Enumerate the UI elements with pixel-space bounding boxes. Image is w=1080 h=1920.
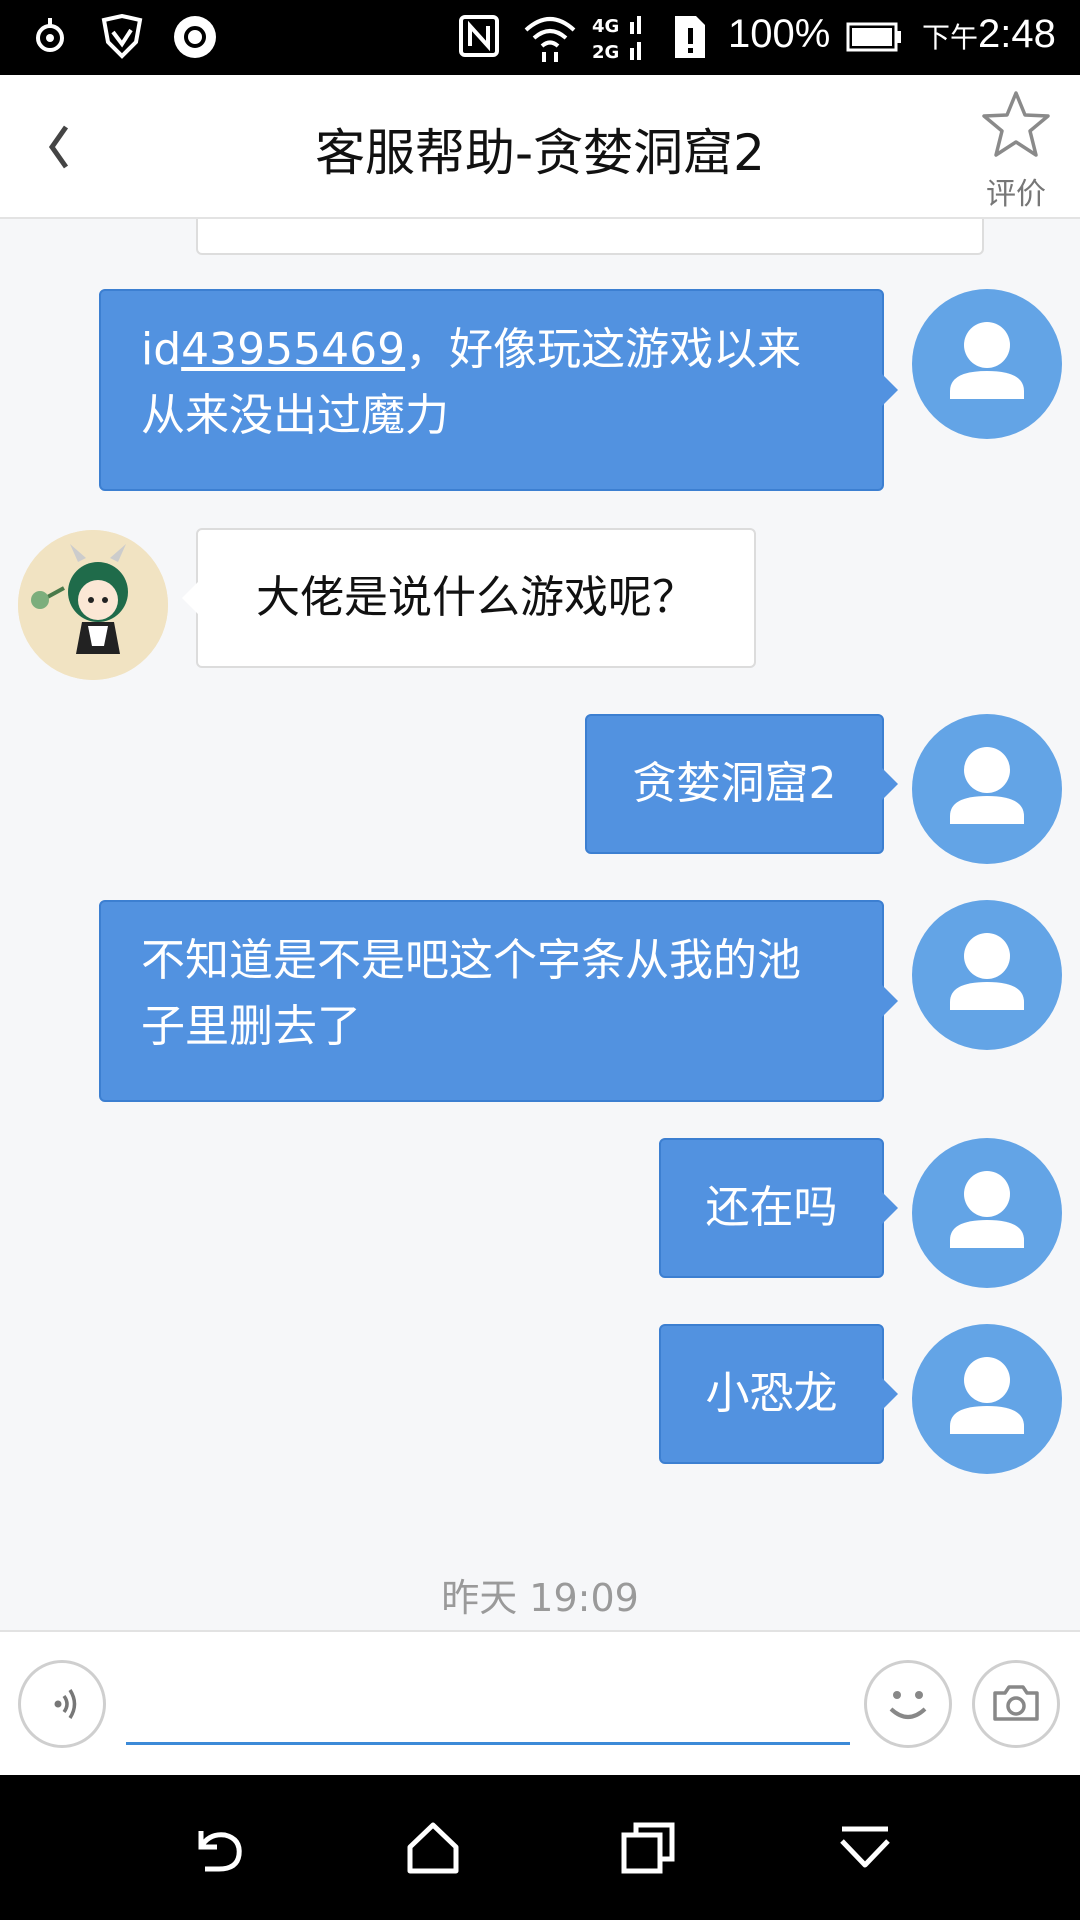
message-text: 不知道是不是吧这个字条从我的池子里删去了 (141, 935, 801, 1052)
signal-icon: 4G 2G (592, 12, 644, 66)
wifi-icon (522, 14, 578, 66)
svg-text:4G: 4G (592, 16, 619, 37)
support-agent-avatar-icon (18, 530, 168, 680)
clock: 下午2:48 (922, 12, 1056, 57)
sim-alert-icon (672, 14, 708, 64)
outgoing-message[interactable]: 不知道是不是吧这个字条从我的池子里删去了 (99, 900, 898, 1102)
camera-button[interactable] (972, 1660, 1060, 1748)
shield-icon (100, 13, 144, 64)
svg-text:2G: 2G (592, 42, 619, 62)
avatar[interactable] (912, 1324, 1062, 1474)
battery-percent: 100% (728, 12, 831, 56)
outgoing-message[interactable]: 小恐龙 (659, 1324, 898, 1464)
avatar[interactable] (912, 714, 1062, 864)
user-id-link[interactable]: 43955469 (181, 324, 405, 375)
message-text: 大佬是说什么游戏呢？ (256, 572, 696, 623)
user-silhouette-icon (950, 747, 1024, 824)
avatar[interactable] (912, 289, 1062, 439)
smiley-icon (889, 1691, 927, 1719)
avatar[interactable] (912, 1138, 1062, 1288)
emoji-button[interactable] (864, 1660, 952, 1748)
outgoing-message[interactable]: 还在吗 (659, 1138, 898, 1278)
sync-icon (172, 14, 218, 64)
incoming-message[interactable]: 大佬是说什么游戏呢？ (182, 528, 756, 668)
nav-back-button[interactable] (183, 1813, 253, 1883)
avatar[interactable] (18, 530, 168, 680)
nav-home-button[interactable] (398, 1813, 468, 1883)
message-input[interactable] (126, 1670, 850, 1745)
nav-hide-keyboard-icon (840, 1826, 890, 1868)
camera-icon (993, 1685, 1039, 1721)
battery-icon (846, 22, 902, 56)
message-text: 贪婪洞窟2 (632, 758, 837, 809)
clock-time: 2:48 (978, 12, 1056, 56)
notification-app-icon (28, 14, 72, 62)
rate-button[interactable]: 评价 (976, 87, 1056, 212)
message-text: 还在吗 (705, 1182, 838, 1233)
navigation-bar (0, 1775, 1080, 1920)
nav-recents-button[interactable] (612, 1813, 682, 1883)
voice-button[interactable] (18, 1660, 106, 1748)
page-title: 客服帮助-贪婪洞窟2 (315, 124, 765, 182)
outgoing-message[interactable]: id43955469，好像玩这游戏以来从来没出过魔力 (99, 289, 898, 491)
nav-recents-icon (621, 1822, 675, 1874)
nav-back-icon (198, 1831, 242, 1872)
voice-icon (54, 1689, 77, 1719)
star-outline-icon (982, 91, 1050, 157)
clock-ampm: 下午 (922, 22, 979, 53)
message-text: 小恐龙 (705, 1368, 838, 1419)
rate-label: 评价 (986, 177, 1046, 212)
status-bar: 4G 2G 100% 下午2:48 (0, 0, 1080, 75)
outgoing-message[interactable]: 贪婪洞窟2 (585, 714, 898, 854)
user-silhouette-icon (950, 1171, 1024, 1248)
chat-list[interactable]: id43955469，好像玩这游戏以来从来没出过魔力 大佬是说什么游戏呢？ 贪婪… (0, 219, 1080, 1629)
avatar[interactable] (912, 900, 1062, 1050)
user-silhouette-icon (950, 1357, 1024, 1434)
message-timestamp: 昨天 19:09 (441, 1576, 639, 1620)
previous-message-bubble (196, 219, 984, 255)
back-button[interactable] (30, 111, 90, 181)
nfc-icon (458, 14, 500, 62)
chevron-left-icon (48, 125, 69, 169)
nav-hide-keyboard-button[interactable] (830, 1813, 900, 1883)
user-silhouette-icon (950, 933, 1024, 1010)
user-silhouette-icon (950, 322, 1024, 399)
message-prefix: id (141, 324, 182, 375)
nav-home-icon (407, 1822, 459, 1874)
title-bar: 客服帮助-贪婪洞窟2 评价 (0, 75, 1080, 219)
message-input-bar (0, 1630, 1080, 1777)
